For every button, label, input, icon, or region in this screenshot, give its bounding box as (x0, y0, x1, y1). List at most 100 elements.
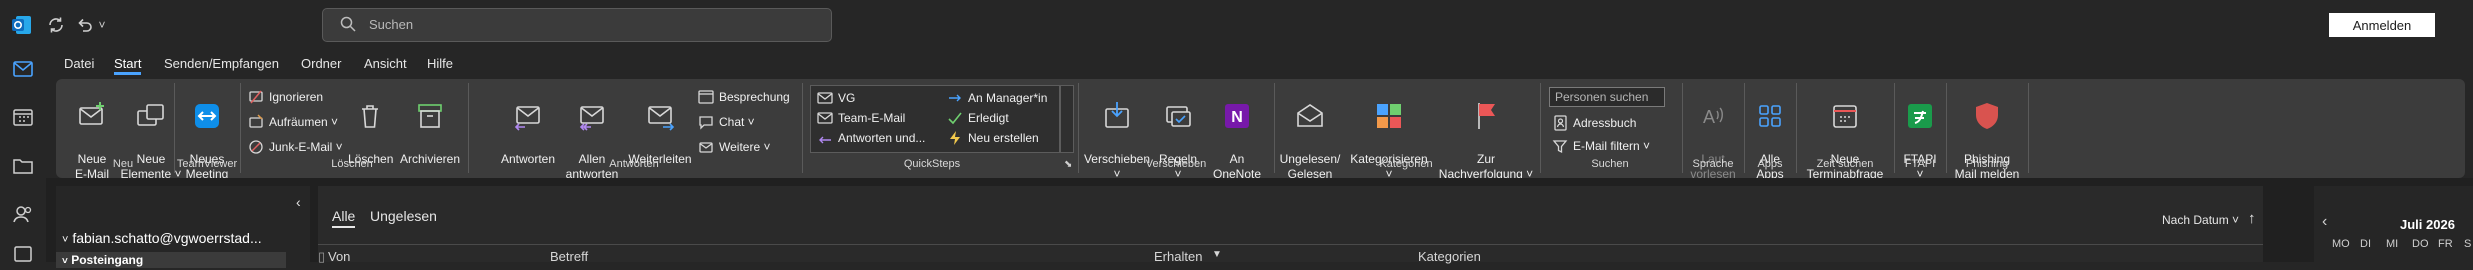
more-icon (698, 139, 714, 155)
weekday: MI (2386, 238, 2399, 250)
outlook-logo-icon (10, 13, 34, 37)
quickstep-new-label: Neu erstellen (968, 131, 1039, 145)
ignore-label: Ignorieren (269, 90, 324, 104)
sort-direction-icon[interactable]: ↑ (2248, 210, 2256, 227)
account-folder[interactable]: ˅ fabian.schatto@vgwoerrstad... (62, 230, 262, 246)
follow-up-button[interactable]: Zur Nachverfolgung ˅ (1436, 84, 1536, 182)
group-label-sprache: Sprache (1692, 158, 1734, 170)
read-unread-label: Ungelesen/ Gelesen (1279, 152, 1341, 181)
account-name: fabian.schatto@vgwoerrstad... (72, 230, 262, 246)
main-area: ‹ ˅ fabian.schatto@vgwoerrstad... ˅ Post… (46, 178, 2473, 268)
quicksteps-gallery[interactable]: VG Team-E-Mail Antworten und... An Manag… (810, 85, 1060, 153)
expand-chevron-icon: ˅ (62, 234, 69, 246)
meeting-reply-label: Besprechung (719, 90, 790, 104)
read-unread-button[interactable]: Ungelesen/ Gelesen (1278, 84, 1342, 182)
people-icon[interactable] (9, 200, 37, 228)
tab-datei[interactable]: Datei (64, 56, 94, 71)
group-label-ftapi: FTAPI (1904, 158, 1936, 170)
new-email-button[interactable]: Neue E-Mail (68, 84, 116, 182)
quickstep-vg[interactable]: VG (817, 90, 855, 106)
forward-button[interactable]: Weiterleiten (626, 84, 694, 167)
undo-icon[interactable] (72, 13, 96, 37)
cleanup-icon (248, 114, 264, 130)
calendar-peek: ‹ Juli 2026 MO DI MI DO FR S (2314, 186, 2473, 262)
quickstep-team-email[interactable]: Team-E-Mail (817, 110, 905, 126)
group-label-teamviewer: TeamViewer (176, 158, 238, 170)
move-button[interactable]: Verschieben ˅ (1082, 84, 1152, 182)
filter-email-button[interactable]: E-Mail filtern ˅ (1552, 138, 1650, 154)
junk-icon (248, 139, 264, 155)
tab-senden-empfangen[interactable]: Senden/Empfangen (164, 56, 279, 71)
tab-ordner[interactable]: Ordner (301, 56, 341, 71)
address-book-button[interactable]: Adressbuch (1552, 115, 1636, 131)
quickstep-create-new[interactable]: Neu erstellen (947, 130, 1039, 146)
archive-icon (413, 99, 447, 133)
ignore-button[interactable]: Ignorieren (248, 89, 323, 105)
quick-access-chevron-icon[interactable]: ˅ (96, 13, 108, 37)
group-label-quicksteps: QuickSteps (903, 158, 961, 170)
junk-email-button[interactable]: Junk-E-Mail ˅ (248, 139, 343, 155)
folders-icon[interactable] (9, 152, 37, 180)
quickstep-manager[interactable]: An Manager*in (947, 90, 1047, 106)
quickstep-done[interactable]: Erledigt (947, 110, 1009, 126)
meeting-reply-button[interactable]: Besprechung (698, 89, 790, 105)
previous-month-icon[interactable]: ‹ (2322, 213, 2327, 231)
address-book-icon (1552, 115, 1568, 131)
group-label-phishing: Phishing (1965, 158, 2009, 170)
junk-label: Junk-E-Mail ˅ (269, 140, 343, 154)
separator (174, 83, 175, 173)
search-box[interactable]: Suchen (322, 8, 832, 42)
dialog-launcher-icon[interactable]: ⬊ (1064, 159, 1072, 170)
tab-hilfe[interactable]: Hilfe (427, 56, 453, 71)
lightning-icon (947, 130, 963, 146)
svg-text:A: A (1703, 107, 1715, 127)
tasks-icon[interactable] (9, 240, 37, 268)
arrow-right-icon (947, 90, 963, 106)
separator (1540, 83, 1541, 173)
sort-by-dropdown[interactable]: Nach Datum ˅ (2162, 213, 2239, 227)
email-icon (817, 90, 833, 106)
more-reply-label: Weitere ˅ (719, 140, 771, 154)
search-icon (339, 15, 359, 35)
mail-icon[interactable] (9, 55, 37, 83)
shield-icon (1970, 99, 2004, 133)
separator (1682, 83, 1683, 173)
folder-inbox[interactable]: ˅ Posteingang (56, 252, 286, 268)
people-search-input[interactable] (1549, 87, 1665, 107)
new-email-label: Neue E-Mail (74, 152, 109, 181)
inbox-label: Posteingang (71, 253, 144, 267)
reply-button[interactable]: Antworten (498, 84, 558, 167)
quickstep-done-label: Erledigt (968, 111, 1009, 125)
collapse-pane-icon[interactable]: ‹ (296, 194, 301, 210)
filter-tab-unread[interactable]: Ungelesen (370, 208, 437, 224)
ftapi-logo-icon (1903, 99, 1937, 133)
archive-button[interactable]: Archivieren (398, 84, 462, 167)
poll-calendar-icon (1828, 99, 1862, 133)
more-reply-button[interactable]: Weitere ˅ (698, 139, 770, 155)
cleanup-button[interactable]: Aufräumen ˅ (248, 114, 338, 130)
forward-icon (643, 99, 677, 133)
filter-tab-all[interactable]: Alle (332, 208, 356, 228)
calendar-icon[interactable] (9, 103, 37, 131)
separator (1796, 83, 1797, 173)
weekday: DI (2360, 238, 2371, 250)
chat-button[interactable]: Chat ˅ (698, 114, 755, 130)
quickstep-reply-delete[interactable]: Antworten und... (817, 130, 925, 146)
sync-icon[interactable] (44, 13, 68, 37)
group-label-antworten: Antworten (609, 158, 659, 170)
quickstep-team-label: Team-E-Mail (838, 111, 906, 125)
tab-ansicht[interactable]: Ansicht (364, 56, 407, 71)
quicksteps-scroll[interactable] (1060, 85, 1074, 153)
tab-start[interactable]: Start (114, 56, 142, 75)
quickstep-vg-label: VG (838, 91, 856, 105)
checkmark-icon (947, 110, 963, 126)
separator (468, 83, 469, 173)
delete-button[interactable]: Löschen (348, 84, 393, 167)
new-items-icon (134, 99, 168, 133)
reply-icon (511, 99, 545, 133)
calendar-month: Juli 2026 (2400, 217, 2455, 232)
attachment-column-icon[interactable]: ▯ (318, 249, 325, 265)
weekday: MO (2332, 238, 2350, 250)
new-email-icon (75, 99, 109, 133)
signin-button[interactable]: Anmelden (2329, 13, 2435, 37)
